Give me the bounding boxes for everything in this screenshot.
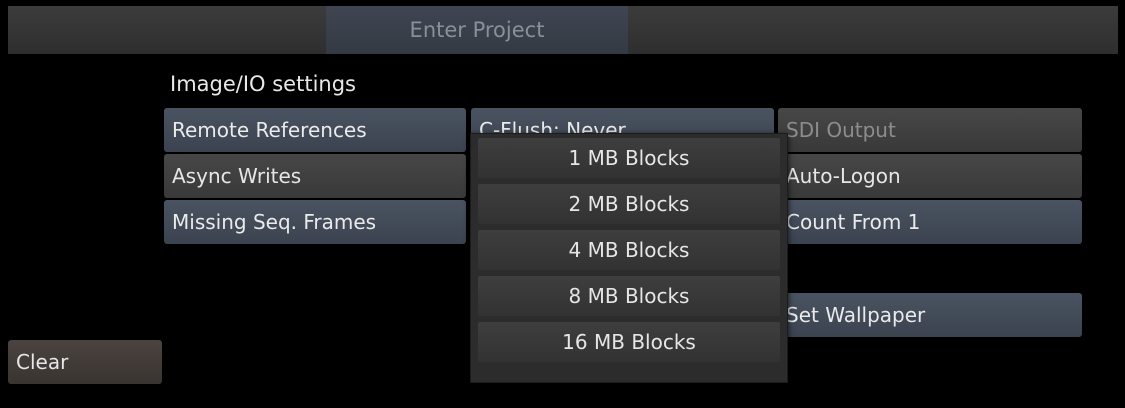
dropdown-option-8mb[interactable]: 8 MB Blocks: [478, 276, 780, 316]
set-wallpaper-label: Set Wallpaper: [786, 303, 926, 327]
missing-seq-frames-button[interactable]: Missing Seq. Frames: [164, 200, 466, 244]
dropdown-option-16mb[interactable]: 16 MB Blocks: [478, 322, 780, 362]
section-title: Image/IO settings: [170, 72, 356, 96]
dropdown-option-label: 16 MB Blocks: [562, 330, 696, 354]
async-writes-label: Async Writes: [172, 164, 302, 188]
sdi-output-button[interactable]: SDI Output: [778, 108, 1082, 152]
remote-references-button[interactable]: Remote References: [164, 108, 466, 152]
app-window: Enter Project Image/IO settings Remote R…: [0, 0, 1125, 408]
async-writes-button[interactable]: Async Writes: [164, 154, 466, 198]
count-from-1-label: Count From 1: [786, 210, 921, 234]
dropdown-option-1mb[interactable]: 1 MB Blocks: [478, 138, 780, 178]
auto-logon-label: Auto-Logon: [786, 164, 901, 188]
dropdown-option-4mb[interactable]: 4 MB Blocks: [478, 230, 780, 270]
dropdown-option-label: 2 MB Blocks: [568, 192, 690, 216]
dropdown-option-2mb[interactable]: 2 MB Blocks: [478, 184, 780, 224]
missing-seq-frames-label: Missing Seq. Frames: [172, 210, 377, 234]
top-bar: Enter Project: [8, 6, 1118, 54]
count-from-1-button[interactable]: Count From 1: [778, 200, 1082, 244]
block-size-dropdown: 1 MB Blocks 2 MB Blocks 4 MB Blocks 8 MB…: [470, 133, 788, 383]
auto-logon-button[interactable]: Auto-Logon: [778, 154, 1082, 198]
dropdown-option-label: 8 MB Blocks: [568, 284, 690, 308]
remote-references-label: Remote References: [172, 118, 367, 142]
dropdown-option-label: 4 MB Blocks: [568, 238, 690, 262]
sdi-output-label: SDI Output: [786, 118, 896, 142]
clear-label: Clear: [16, 350, 69, 374]
dropdown-option-label: 1 MB Blocks: [568, 146, 690, 170]
set-wallpaper-button[interactable]: Set Wallpaper: [778, 293, 1082, 337]
enter-project-label: Enter Project: [409, 18, 545, 42]
clear-button[interactable]: Clear: [8, 340, 162, 384]
enter-project-button[interactable]: Enter Project: [326, 6, 628, 54]
